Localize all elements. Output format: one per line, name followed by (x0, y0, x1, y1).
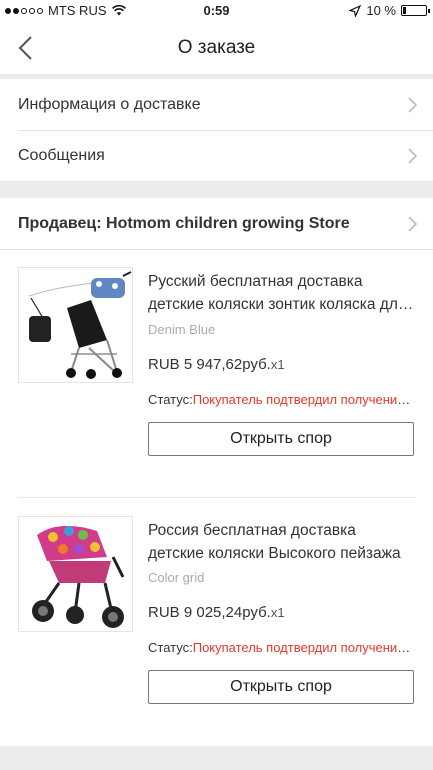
chevron-left-icon (18, 36, 32, 60)
price-value: RUB 9 025,24руб. (148, 604, 271, 621)
status-value: Покупатель подтвердил получение товара (192, 392, 416, 407)
chevron-right-icon (408, 148, 417, 164)
product-price: RUB 9 025,24руб.x1 (148, 604, 285, 621)
back-button[interactable] (14, 34, 38, 62)
nav-bar: О заказе (0, 22, 433, 74)
order-status: Статус:Покупатель подтвердил получение т… (148, 392, 416, 407)
chevron-right-icon (408, 215, 417, 232)
page-title: О заказе (177, 37, 256, 58)
battery-percent: 10 % (366, 3, 396, 18)
product-title-line1[interactable]: Русский бесплатная доставка (148, 270, 418, 293)
row-separator (18, 497, 415, 498)
price-value: RUB 5 947,62руб. (148, 356, 271, 373)
status-bar: MTS RUS 0:59 10 % (0, 0, 433, 22)
delivery-info-row[interactable]: Информация о доставке (0, 79, 433, 130)
open-dispute-button[interactable]: Открыть спор (148, 670, 414, 704)
product-title-line1[interactable]: Россия бесплатная доставка (148, 519, 418, 542)
quantity: x1 (270, 605, 285, 620)
open-dispute-button[interactable]: Открыть спор (148, 422, 414, 456)
chevron-right-icon (408, 96, 417, 113)
battery-icon (401, 5, 430, 16)
status-label: Статус: (148, 640, 193, 655)
status-value: Покупатель подтвердил получение товара (192, 640, 416, 655)
order-status: Статус:Покупатель подтвердил получение т… (148, 640, 416, 655)
product-image[interactable] (18, 267, 133, 383)
seller-row[interactable]: Продавец: Hotmom children growing Store (0, 198, 433, 249)
product-price: RUB 5 947,62руб.x1 (148, 356, 285, 373)
product-image[interactable] (18, 516, 133, 632)
delivery-info-label: Информация о доставке (18, 95, 201, 113)
section-divider (0, 181, 433, 198)
product-title-line2[interactable]: детские коляски Высокого пейзажа (148, 542, 418, 565)
messages-label: Сообщения (18, 147, 105, 164)
product-variant: Denim Blue (148, 322, 216, 337)
product-title-line2[interactable]: детские коляски зонтик коляска для ребен… (148, 293, 418, 316)
quantity: x1 (270, 357, 285, 372)
section-divider (0, 746, 433, 770)
stroller-image (19, 517, 132, 631)
messages-row[interactable]: Сообщения (0, 131, 433, 181)
location-arrow-icon (349, 4, 362, 17)
stroller-image (19, 268, 132, 382)
status-label: Статус: (148, 392, 193, 407)
seller-name: Продавец: Hotmom children growing Store (18, 214, 350, 232)
product-variant: Color grid (148, 570, 205, 585)
row-separator (0, 249, 433, 250)
